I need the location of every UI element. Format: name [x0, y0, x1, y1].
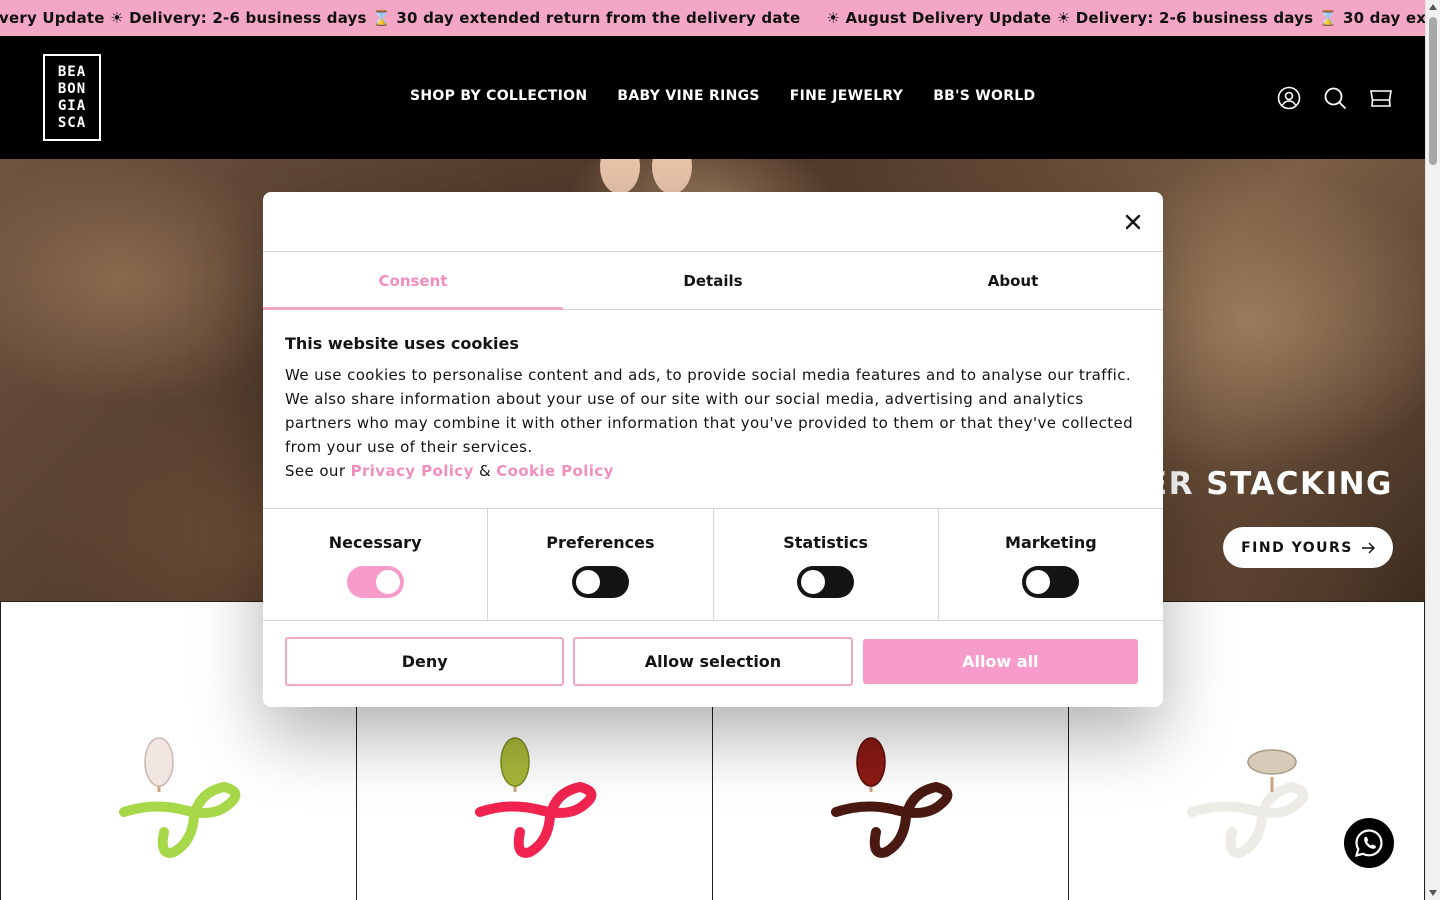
- category-necessary: Necessary: [263, 509, 487, 620]
- find-yours-button[interactable]: FIND YOURS: [1223, 527, 1393, 568]
- dialog-tabs: Consent Details About: [263, 252, 1163, 310]
- site-header: BEA BON GIA SCA SHOP BY COLLECTION BABY …: [0, 36, 1425, 159]
- dialog-actions: Deny Allow selection Allow all: [263, 621, 1163, 686]
- whatsapp-icon: [1354, 829, 1383, 858]
- hero-title: ER STACKING: [1145, 466, 1393, 502]
- category-preferences: Preferences: [487, 509, 712, 620]
- nav-bbs-world[interactable]: BB'S WORLD: [933, 88, 1035, 104]
- tab-about[interactable]: About: [863, 252, 1163, 309]
- cookie-policy-link[interactable]: Cookie Policy: [496, 462, 614, 480]
- cookie-categories: Necessary Preferences Statistics Marketi…: [263, 508, 1163, 621]
- category-marketing: Marketing: [937, 509, 1163, 620]
- deny-button[interactable]: Deny: [285, 637, 565, 686]
- account-icon[interactable]: [1277, 86, 1301, 110]
- scroll-down-arrow-icon[interactable]: [1429, 890, 1437, 896]
- ring-image: [118, 737, 240, 858]
- allow-all-button[interactable]: Allow all: [862, 639, 1138, 684]
- cart-icon[interactable]: [1369, 86, 1393, 110]
- nav-baby-vine-rings[interactable]: BABY VINE RINGS: [617, 88, 759, 104]
- search-icon[interactable]: [1323, 86, 1347, 110]
- ring-image: [474, 737, 596, 858]
- announcement-bar: very Update ☀ Delivery: 2-6 business day…: [0, 0, 1425, 36]
- ring-image: [830, 737, 952, 858]
- brand-logo[interactable]: BEA BON GIA SCA: [43, 54, 101, 141]
- close-icon[interactable]: [1121, 210, 1145, 234]
- scroll-thumb[interactable]: [1429, 17, 1437, 165]
- ring-image: [1186, 749, 1308, 858]
- preferences-toggle[interactable]: [571, 566, 629, 598]
- privacy-policy-link[interactable]: Privacy Policy: [351, 462, 474, 480]
- header-icons: [1277, 86, 1393, 110]
- nav-shop-by-collection[interactable]: SHOP BY COLLECTION: [410, 88, 587, 104]
- announcement-text: ☀ August Delivery Update ☀ Delivery: 2-6…: [826, 9, 1425, 27]
- page-scrollbar[interactable]: [1425, 0, 1440, 900]
- statistics-toggle[interactable]: [797, 566, 855, 598]
- cookie-consent-dialog: Consent Details About This website uses …: [263, 192, 1163, 707]
- necessary-toggle[interactable]: [346, 566, 404, 598]
- tab-consent[interactable]: Consent: [263, 252, 563, 310]
- tab-details[interactable]: Details: [563, 252, 863, 309]
- whatsapp-chat-button[interactable]: [1344, 818, 1394, 868]
- marketing-toggle[interactable]: [1022, 566, 1080, 598]
- arrow-right-icon: [1361, 542, 1375, 553]
- dialog-header: [263, 192, 1163, 252]
- scroll-up-arrow-icon[interactable]: [1429, 4, 1437, 10]
- allow-selection-button[interactable]: Allow selection: [573, 637, 853, 686]
- category-statistics: Statistics: [712, 509, 938, 620]
- main-nav: SHOP BY COLLECTION BABY VINE RINGS FINE …: [410, 88, 1035, 104]
- dialog-body: This website uses cookies We use cookies…: [263, 310, 1163, 508]
- nav-fine-jewelry[interactable]: FINE JEWELRY: [790, 88, 903, 104]
- dialog-text: We use cookies to personalise content an…: [285, 366, 1134, 480]
- announcement-text: very Update ☀ Delivery: 2-6 business day…: [0, 9, 801, 27]
- dialog-title: This website uses cookies: [285, 334, 519, 353]
